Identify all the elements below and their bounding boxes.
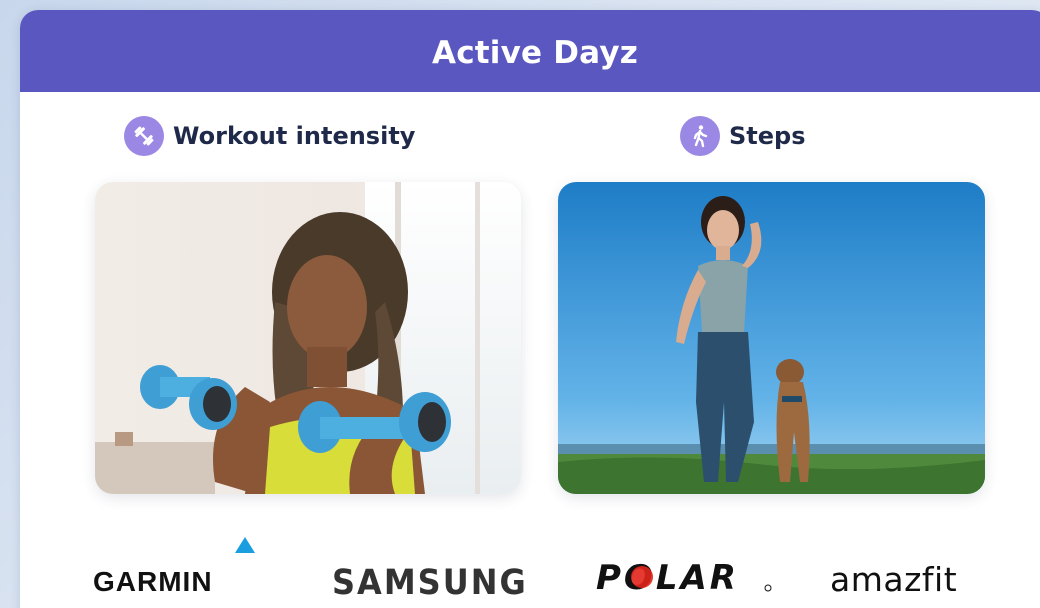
steps-photo xyxy=(558,182,985,494)
garmin-triangle-icon xyxy=(235,537,255,553)
samsung-wordmark: SAMSUNG xyxy=(332,561,528,603)
workout-intensity-heading: Workout intensity xyxy=(124,116,415,156)
polar-wordmark-graphic: POLAR xyxy=(596,558,772,598)
walking-person-icon xyxy=(680,116,720,156)
workout-photo xyxy=(95,182,521,494)
garmin-wordmark: GARMIN xyxy=(93,566,213,597)
partner-logos: GARMIN SAMSUNG POLAR amazfit xyxy=(20,530,1020,603)
amazfit-wordmark: amazfit xyxy=(830,560,958,599)
app-header: Active Dayz xyxy=(20,10,1040,92)
steps-label: Steps xyxy=(729,122,806,150)
app-title: Active Dayz xyxy=(432,35,638,71)
polar-wordmark: POLAR xyxy=(596,558,739,598)
steps-heading: Steps xyxy=(680,116,806,156)
app-card: Active Dayz Workout intensity Steps GARM… xyxy=(20,10,1040,608)
dumbbell-icon xyxy=(124,116,164,156)
workout-intensity-label: Workout intensity xyxy=(173,122,416,150)
